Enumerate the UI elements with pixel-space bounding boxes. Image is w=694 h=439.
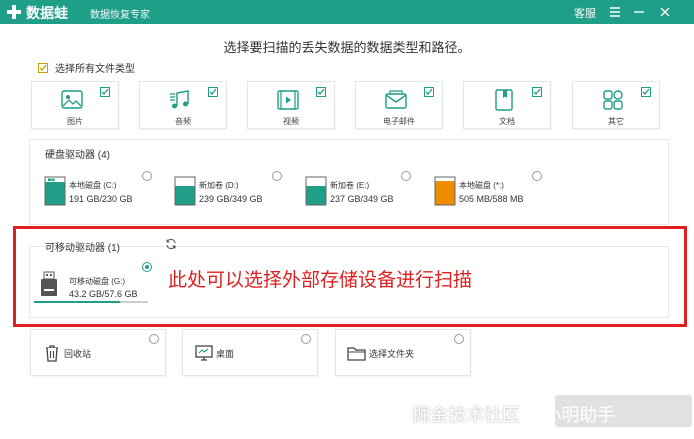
filetype-checkbox[interactable] xyxy=(641,87,651,97)
drive-size: 505 MB/588 MB xyxy=(459,194,524,204)
drive-size: 191 GB/230 GB xyxy=(69,194,133,204)
drive-radio[interactable] xyxy=(142,171,152,181)
drive-item-star[interactable]: 本地磁盘 (*:) 505 MB/588 MB xyxy=(434,176,544,210)
brand-name: 数据蛙 xyxy=(26,5,68,21)
drive-name: 本地磁盘 (C:) xyxy=(69,181,117,190)
music-icon xyxy=(170,90,189,109)
recycle-bin-icon xyxy=(46,345,58,362)
document-icon xyxy=(495,89,513,111)
drive-item-c[interactable]: 本地磁盘 (C:) 191 GB/230 GB xyxy=(44,176,154,210)
filetype-label: 其它 xyxy=(608,117,624,126)
filetype-checkbox[interactable] xyxy=(424,87,434,97)
select-all-checkbox[interactable]: 选择所有文件类型 xyxy=(38,60,135,75)
email-icon xyxy=(385,90,407,109)
drive-name: 新加卷 (E:) xyxy=(330,181,370,190)
hard-drives-title: 硬盘驱动器 (4) xyxy=(45,150,110,161)
support-link[interactable]: 客服 xyxy=(574,5,596,21)
filetype-card-image[interactable]: 图片 xyxy=(31,81,119,129)
location-recycle-bin[interactable]: 回收站 xyxy=(30,329,166,376)
drive-name: 新加卷 (D:) xyxy=(199,181,239,190)
location-radio[interactable] xyxy=(149,334,159,344)
image-icon xyxy=(61,90,83,109)
filetype-label: 文档 xyxy=(499,117,515,126)
desktop-icon xyxy=(195,345,213,361)
drive-icon xyxy=(434,176,456,206)
location-radio[interactable] xyxy=(301,334,311,344)
checkbox-checked-icon xyxy=(38,62,48,73)
watermark: 掘金技术社区@ 小明助手 xyxy=(412,401,615,427)
title-bar: 数据蛙 数据恢复专家 客服 xyxy=(0,0,694,24)
filetype-card-other[interactable]: 其它 xyxy=(572,81,660,129)
drive-radio[interactable] xyxy=(532,171,542,181)
filetype-card-document[interactable]: 文档 xyxy=(463,81,551,129)
drive-radio[interactable] xyxy=(401,171,411,181)
select-all-label: 选择所有文件类型 xyxy=(55,64,135,75)
location-label: 选择文件夹 xyxy=(369,349,415,359)
drive-icon xyxy=(305,176,327,206)
watermark-site: 掘金技术社区 xyxy=(412,405,520,425)
watermark-author: @ 小明助手 xyxy=(520,405,616,425)
drive-name: 本地磁盘 (*:) xyxy=(459,181,504,190)
other-icon xyxy=(603,90,623,110)
page-heading: 选择要扫描的丢失数据的数据类型和路径。 xyxy=(223,40,471,55)
filetype-card-video[interactable]: 视频 xyxy=(247,81,335,129)
drive-icon xyxy=(44,176,66,206)
brand-subtitle: 数据恢复专家 xyxy=(90,10,150,21)
filetype-label: 电子邮件 xyxy=(383,117,415,126)
drive-size: 239 GB/349 GB xyxy=(199,194,263,204)
annotation-text: 此处可以选择外部存储设备进行扫描 xyxy=(168,270,473,291)
filetype-checkbox[interactable] xyxy=(100,87,110,97)
location-label: 桌面 xyxy=(216,349,235,359)
filetype-label: 视频 xyxy=(283,117,299,126)
location-radio[interactable] xyxy=(454,334,464,344)
filetype-label: 图片 xyxy=(67,117,83,126)
close-icon[interactable] xyxy=(657,4,673,20)
drive-icon xyxy=(174,176,196,206)
filetype-checkbox[interactable] xyxy=(208,87,218,97)
filetype-checkbox[interactable] xyxy=(532,87,542,97)
location-label: 回收站 xyxy=(64,349,92,359)
app-logo-icon xyxy=(7,5,21,19)
filetype-card-audio[interactable]: 音频 xyxy=(139,81,227,129)
video-icon xyxy=(277,90,299,110)
drive-item-d[interactable]: 新加卷 (D:) 239 GB/349 GB xyxy=(174,176,284,210)
drive-item-e[interactable]: 新加卷 (E:) 237 GB/349 GB xyxy=(305,176,415,210)
filetype-checkbox[interactable] xyxy=(316,87,326,97)
folder-icon xyxy=(347,347,366,361)
menu-icon[interactable] xyxy=(607,4,623,20)
drive-size: 237 GB/349 GB xyxy=(330,194,394,204)
location-select-folder[interactable]: 选择文件夹 xyxy=(335,329,471,376)
minimize-icon[interactable] xyxy=(631,4,647,20)
drive-radio[interactable] xyxy=(272,171,282,181)
filetype-label: 音频 xyxy=(175,117,191,126)
location-desktop[interactable]: 桌面 xyxy=(182,329,318,376)
filetype-card-email[interactable]: 电子邮件 xyxy=(355,81,443,129)
